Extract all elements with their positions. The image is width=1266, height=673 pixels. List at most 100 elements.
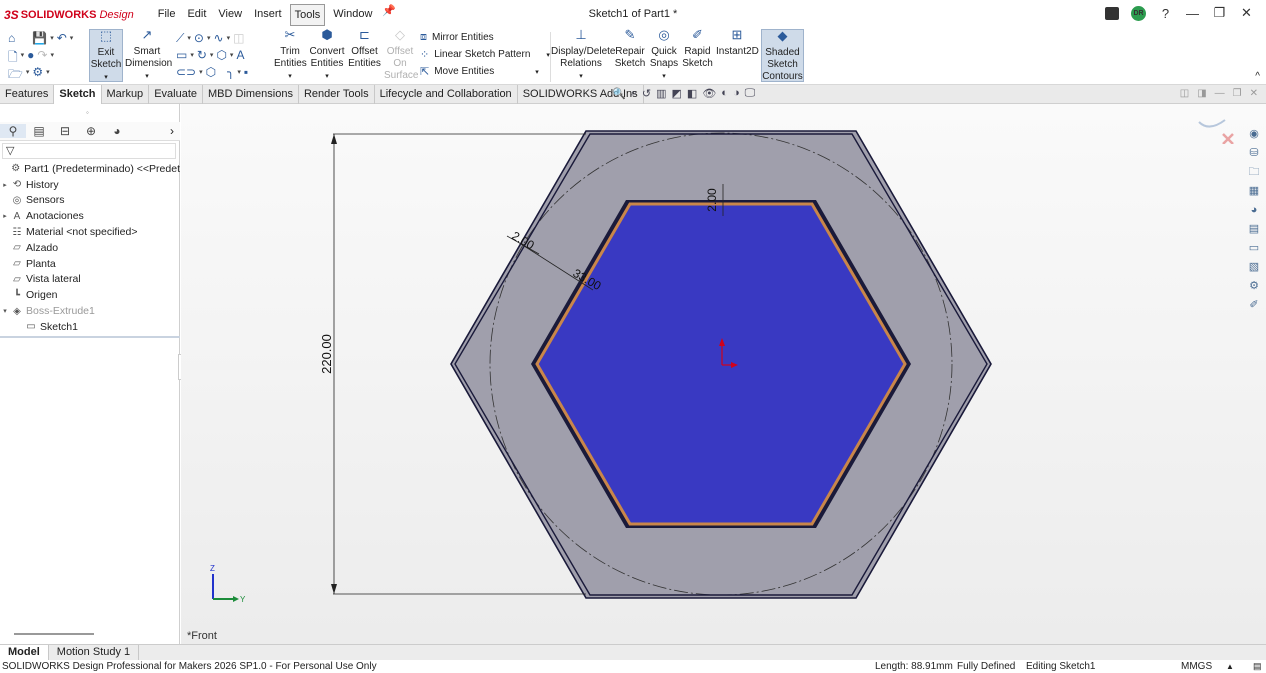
tree-item[interactable]: ▸ ⟲ History bbox=[0, 177, 180, 193]
file-explorer-icon[interactable]: 🗀 bbox=[1246, 164, 1262, 180]
minimize-button[interactable]: — bbox=[1179, 6, 1206, 21]
app-logo[interactable]: 3S SOLIDWORKS Design bbox=[4, 8, 134, 22]
more-tabs-chevron-icon[interactable]: › bbox=[170, 124, 174, 138]
toolbox-icon[interactable]: ⚙ bbox=[1246, 278, 1262, 294]
polygon-tool-icon[interactable]: ⬡ bbox=[206, 65, 216, 79]
repair-sketch-button[interactable]: ✎ Repair Sketch bbox=[614, 28, 646, 70]
tree-item[interactable]: ┗ Origen bbox=[0, 287, 180, 303]
section-view-icon[interactable]: ▥ bbox=[656, 87, 666, 100]
view-orientation-icon[interactable]: ◩ bbox=[672, 87, 682, 100]
menu-tools[interactable]: Tools bbox=[289, 3, 326, 26]
options-gear-icon[interactable]: ⚙ bbox=[32, 65, 43, 86]
move-dropdown-icon[interactable]: ▾ bbox=[535, 68, 539, 76]
property-manager-tab-icon[interactable]: ▤ bbox=[26, 124, 52, 138]
close-button[interactable]: ✕ bbox=[1233, 5, 1260, 21]
offset-entities-button[interactable]: ⊏ Offset Entities bbox=[348, 28, 381, 70]
tree-item[interactable]: ▱ Alzado bbox=[0, 240, 180, 256]
tab-model[interactable]: Model bbox=[0, 645, 49, 660]
pin-menu-icon[interactable]: 📌 bbox=[382, 4, 396, 26]
sketch-canvas[interactable]: 220.00 2.00 2.00 33.00 Z Y bbox=[181, 104, 1266, 644]
tree-expander-icon[interactable]: ▸ bbox=[0, 212, 10, 220]
tree-item[interactable]: ⚙ Part1 (Predeterminado) <<Predet bbox=[0, 161, 180, 177]
previous-view-icon[interactable]: ↺ bbox=[642, 87, 651, 100]
quick-snaps-dropdown-icon[interactable]: ▾ bbox=[662, 73, 666, 80]
tab-sketch[interactable]: Sketch bbox=[54, 85, 102, 104]
scene-icon[interactable]: ◑ bbox=[733, 87, 740, 100]
tab-lifecycle[interactable]: Lifecycle and Collaboration bbox=[375, 85, 518, 104]
tab-evaluate[interactable]: Evaluate bbox=[149, 85, 203, 104]
tree-item[interactable]: ▭ Sketch1 bbox=[0, 319, 180, 335]
tree-item[interactable]: ▸ A Anotaciones bbox=[0, 208, 180, 224]
command-prompt-icon[interactable]: >_ bbox=[1105, 6, 1119, 20]
tree-expander-icon[interactable]: ▸ bbox=[0, 181, 10, 189]
smart-dimension-button[interactable]: ↗ Smart Dimension ▾ bbox=[125, 28, 172, 83]
forum-icon[interactable]: ▭ bbox=[1246, 240, 1262, 256]
undo-icon[interactable]: ↶ bbox=[57, 31, 67, 45]
confirm-exit-icon[interactable] bbox=[1198, 119, 1226, 128]
tree-expander-icon[interactable]: ▾ bbox=[0, 307, 10, 315]
menu-view[interactable]: View bbox=[214, 4, 246, 26]
trim-entities-button[interactable]: ✂ Trim Entities ▾ bbox=[274, 28, 307, 83]
menu-window[interactable]: Window bbox=[329, 4, 376, 26]
tab-mbd-dimensions[interactable]: MBD Dimensions bbox=[203, 85, 299, 104]
user-avatar[interactable]: DR bbox=[1131, 5, 1146, 21]
cancel-sketch-icon[interactable] bbox=[1222, 133, 1234, 144]
configuration-manager-tab-icon[interactable]: ⊟ bbox=[52, 124, 78, 138]
doc-restore-icon[interactable]: ❐ bbox=[1233, 88, 1242, 99]
instant2d-button[interactable]: ⊞ Instant2D bbox=[716, 28, 759, 58]
tree-item[interactable]: ☷ Material <not specified> bbox=[0, 224, 180, 240]
tab-motion-study[interactable]: Motion Study 1 bbox=[49, 645, 140, 660]
shaded-sketch-contours-button[interactable]: ◆ Shaded Sketch Contours bbox=[761, 29, 804, 82]
sketch-ink-icon[interactable]: ✐ bbox=[1246, 297, 1262, 313]
height-dimension-text[interactable]: 220.00 bbox=[319, 334, 334, 374]
exit-sketch-button[interactable]: ⬚ Exit Sketch ▾ bbox=[89, 29, 123, 82]
tree-item[interactable]: ◎ Sensors bbox=[0, 193, 180, 209]
units-selector[interactable]: MMGS bbox=[1181, 660, 1212, 673]
view-palette-icon[interactable]: ▦ bbox=[1246, 183, 1262, 199]
display-delete-relations-button[interactable]: ⊥ Display/Delete Relations ▾ bbox=[551, 28, 615, 83]
tree-item[interactable]: ▱ Planta bbox=[0, 256, 180, 272]
polygon-icon[interactable]: ⬡ bbox=[216, 48, 226, 62]
tile-right-icon[interactable]: ◨ bbox=[1197, 88, 1206, 99]
tab-markup[interactable]: Markup bbox=[102, 85, 150, 104]
panel-horizontal-scrollbar[interactable] bbox=[14, 633, 94, 635]
save-icon[interactable]: 💾 bbox=[32, 31, 47, 45]
3d-interconnect-icon[interactable]: ▧ bbox=[1246, 259, 1262, 275]
graphics-area[interactable]: 220.00 2.00 2.00 33.00 Z Y ◉ ⛁ 🗀 ▦ ◕ ▤ ▭… bbox=[181, 104, 1266, 644]
menu-edit[interactable]: Edit bbox=[183, 4, 210, 26]
offset-on-surface-button[interactable]: ◇ Offset On Surface bbox=[384, 28, 418, 82]
help-icon[interactable]: ? bbox=[1152, 6, 1179, 21]
exit-sketch-dropdown-icon[interactable]: ▾ bbox=[104, 74, 108, 81]
tab-features[interactable]: Features bbox=[0, 85, 55, 104]
menu-insert[interactable]: Insert bbox=[250, 4, 286, 26]
appearances-icon[interactable]: ◕ bbox=[1246, 202, 1262, 218]
linear-sketch-pattern-button[interactable]: ⁘ Linear Sketch Pattern ▾ bbox=[420, 48, 550, 61]
solidworks-resources-icon[interactable]: ◉ bbox=[1246, 126, 1262, 142]
feature-manager-tab-icon[interactable]: ⚲ bbox=[0, 124, 26, 138]
units-caret-icon[interactable]: ▲ bbox=[1226, 660, 1234, 673]
design-library-icon[interactable]: ⛁ bbox=[1246, 145, 1262, 161]
move-entities-button[interactable]: ⇱ Move Entities ▾ bbox=[420, 65, 539, 78]
hide-show-icon[interactable]: 👁 bbox=[702, 87, 716, 100]
convert-dropdown-icon[interactable]: ▾ bbox=[325, 73, 329, 80]
open-icon[interactable]: 🗁 bbox=[8, 65, 23, 86]
menu-file[interactable]: File bbox=[154, 4, 180, 26]
tree-item[interactable]: ▾ ◈ Boss-Extrude1 bbox=[0, 303, 180, 319]
tree-item[interactable]: ▱ Vista lateral bbox=[0, 272, 180, 288]
zoom-area-icon[interactable]: ⌕ bbox=[631, 87, 637, 100]
slot-icon[interactable]: ⊂⊃ bbox=[176, 65, 196, 79]
custom-properties-icon[interactable]: ▤ bbox=[1246, 221, 1262, 237]
display-manager-tab-icon[interactable]: ◕ bbox=[104, 124, 130, 138]
restore-button[interactable]: ❐ bbox=[1206, 5, 1233, 21]
fillet-icon[interactable]: ╮ bbox=[227, 65, 234, 79]
home-icon[interactable]: ⌂ bbox=[8, 31, 15, 45]
quick-snaps-button[interactable]: ◎ Quick Snaps ▾ bbox=[649, 28, 679, 83]
top-gap-dimension-text[interactable]: 2.00 bbox=[705, 188, 719, 212]
confirmation-corner[interactable] bbox=[1195, 114, 1235, 144]
panel-handle-icon[interactable]: ◦ bbox=[86, 108, 89, 117]
rapid-sketch-button[interactable]: ✐ Rapid Sketch bbox=[682, 28, 713, 70]
text-icon[interactable]: A bbox=[236, 48, 244, 62]
sketch-fillet-icon[interactable]: ◫ bbox=[233, 31, 244, 46]
display-style-icon[interactable]: ◧ bbox=[687, 87, 697, 100]
smart-dimension-dropdown-icon[interactable]: ▾ bbox=[145, 73, 149, 80]
